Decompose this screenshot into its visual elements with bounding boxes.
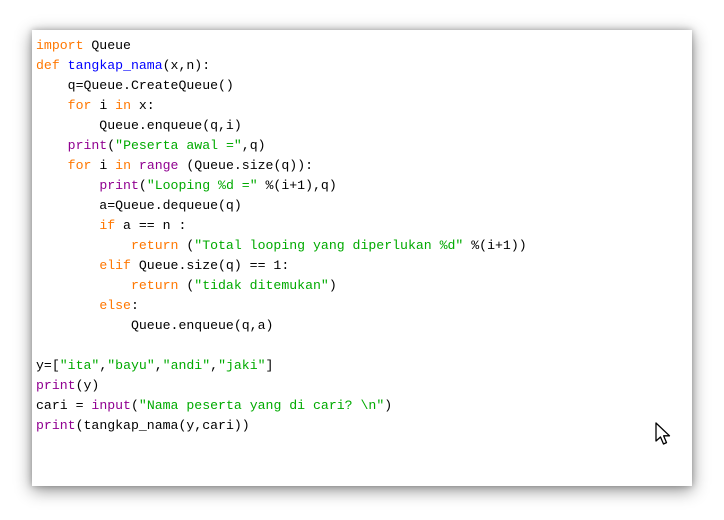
code-token: ) (384, 398, 393, 413)
code-token: Queue (83, 38, 131, 53)
code-token: (tangkap_nama(y,cari)) (75, 418, 250, 433)
code-token: , (210, 358, 219, 373)
code-token: ,q) (241, 138, 266, 153)
builtin-token: print (36, 378, 76, 393)
code-line[interactable]: if a == n : (36, 216, 527, 236)
code-token: i (91, 158, 116, 173)
code-token: %(i+1),q) (257, 178, 337, 193)
string-token: "tidak ditemukan" (194, 278, 329, 293)
code-token: ( (130, 398, 139, 413)
code-token: ( (178, 278, 195, 293)
keyword-token: def (36, 58, 60, 73)
code-token: ( (138, 178, 147, 193)
code-line[interactable]: print(tangkap_nama(y,cari)) (36, 416, 527, 436)
code-line[interactable] (36, 336, 527, 356)
code-token: , (154, 358, 163, 373)
keyword-token: return (130, 278, 179, 293)
string-token: "Nama peserta yang di cari? \n" (138, 398, 385, 413)
keyword-token: return (130, 238, 179, 253)
code-line[interactable]: return ("Total looping yang diperlukan %… (36, 236, 527, 256)
code-token: q=Queue.CreateQueue() (36, 78, 234, 93)
code-line[interactable]: a=Queue.dequeue(q) (36, 196, 527, 216)
code-line[interactable]: q=Queue.CreateQueue() (36, 76, 527, 96)
code-token: (x,n): (162, 58, 211, 73)
string-token: "andi" (162, 358, 211, 373)
keyword-token: else (99, 298, 131, 313)
string-token: "bayu" (107, 358, 155, 373)
screenshot-stage: import Queue def tangkap_nama(x,n): q=Que… (0, 0, 724, 520)
builtin-token: range (138, 158, 179, 173)
string-token: "jaki" (218, 358, 266, 373)
keyword-token: elif (99, 258, 131, 273)
code-line[interactable]: def tangkap_nama(x,n): (36, 56, 527, 76)
code-token: (y) (75, 378, 100, 393)
code-line[interactable]: y=["ita","bayu","andi","jaki"] (36, 356, 527, 376)
code-line[interactable]: elif Queue.size(q) == 1: (36, 256, 527, 276)
code-line[interactable]: Queue.enqueue(q,a) (36, 316, 527, 336)
code-token: %(i+1)) (463, 238, 527, 253)
builtin-token: print (36, 418, 76, 433)
code-token: ( (107, 138, 116, 153)
code-token: a == n : (115, 218, 187, 233)
keyword-token: for (67, 158, 92, 173)
code-line[interactable]: for i in x: (36, 96, 527, 116)
code-token: Queue.size(q) == 1: (130, 258, 290, 273)
code-token: : (130, 298, 139, 313)
code-token: cari = (36, 398, 92, 413)
code-token: a=Queue.dequeue(q) (36, 198, 242, 213)
keyword-token: import (36, 38, 84, 53)
code-editor-window[interactable]: import Queue def tangkap_nama(x,n): q=Que… (32, 30, 692, 486)
code-token: x: (130, 98, 155, 113)
keyword-token: for (67, 98, 92, 113)
builtin-token: print (67, 138, 108, 153)
code-line[interactable]: for i in range (Queue.size(q)): (36, 156, 527, 176)
string-token: "Peserta awal =" (115, 138, 242, 153)
code-line[interactable]: Queue.enqueue(q,i) (36, 116, 527, 136)
code-line[interactable]: return ("tidak ditemukan") (36, 276, 527, 296)
code-token: (Queue.size(q)): (178, 158, 314, 173)
code-token: i (91, 98, 116, 113)
code-token: y=[ (36, 358, 60, 373)
code-line[interactable]: print("Looping %d =" %(i+1),q) (36, 176, 527, 196)
code-line[interactable]: import Queue (36, 36, 527, 56)
code-line[interactable]: else: (36, 296, 527, 316)
string-token: "ita" (59, 358, 100, 373)
code-token: Queue.enqueue(q,i) (36, 118, 242, 133)
function-name-token: tangkap_nama (67, 58, 163, 73)
code-token: ) (328, 278, 337, 293)
keyword-token: if (99, 218, 116, 233)
mouse-pointer-icon (655, 422, 671, 445)
code-token: ( (178, 238, 195, 253)
builtin-token: input (91, 398, 131, 413)
code-line[interactable]: print("Peserta awal =",q) (36, 136, 527, 156)
code-line[interactable]: cari = input("Nama peserta yang di cari?… (36, 396, 527, 416)
builtin-token: print (99, 178, 139, 193)
code-token: ] (265, 358, 274, 373)
code-token: Queue.enqueue(q,a) (36, 318, 274, 333)
code-line[interactable]: print(y) (36, 376, 527, 396)
keyword-token: in (115, 158, 131, 173)
string-token: "Looping %d =" (146, 178, 258, 193)
string-token: "Total looping yang diperlukan %d" (194, 238, 464, 253)
code-editor-text[interactable]: import Queue def tangkap_nama(x,n): q=Que… (36, 36, 527, 436)
keyword-token: in (115, 98, 131, 113)
